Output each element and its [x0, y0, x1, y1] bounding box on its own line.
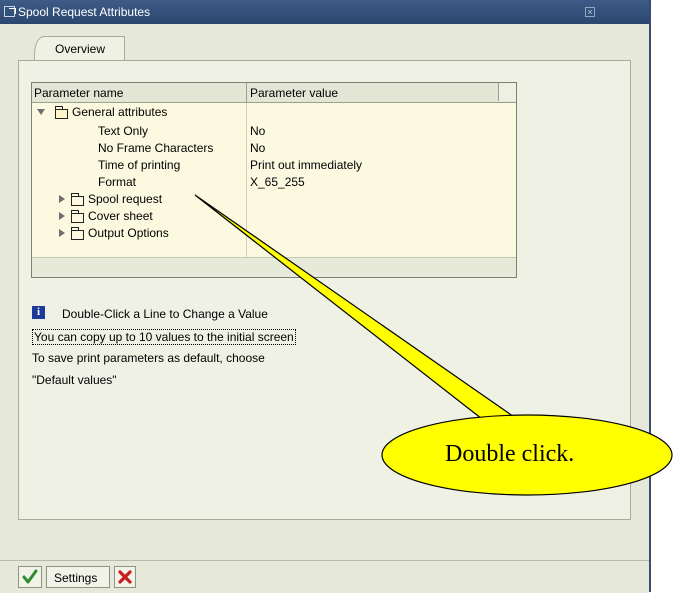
folder-icon: [71, 227, 84, 240]
folder-open-icon: [55, 106, 68, 119]
tree-node-label: Cover sheet: [88, 209, 153, 223]
expand-triangle-icon[interactable]: [59, 195, 65, 203]
cancel-button[interactable]: [114, 566, 136, 588]
parameter-name: Format: [98, 175, 137, 189]
folder-icon: [71, 210, 84, 223]
expand-triangle-icon[interactable]: [59, 212, 65, 220]
spool-request-dialog: Spool Request Attributes × Overview Para…: [0, 0, 651, 593]
parameter-tree-grid: Parameter name Parameter value General a…: [31, 82, 517, 278]
parameter-name: Text Only: [98, 124, 149, 138]
close-icon[interactable]: ×: [585, 7, 595, 17]
tree-node-output-options[interactable]: Output Options: [32, 224, 516, 243]
window-menu-icon[interactable]: [4, 6, 16, 17]
parameter-name: No Frame Characters: [98, 141, 214, 155]
parameter-name: Time of printing: [98, 158, 181, 172]
message-title: Double-Click a Line to Change a Value: [62, 307, 268, 321]
collapse-triangle-icon[interactable]: [37, 109, 45, 115]
ok-button[interactable]: [18, 566, 42, 588]
grid-empty-row: [32, 257, 516, 277]
message-line-3: "Default values": [32, 373, 117, 387]
parameter-value: Print out immediately: [250, 158, 363, 172]
tab-overview-label: Overview: [55, 42, 106, 56]
window-title: Spool Request Attributes: [18, 5, 151, 19]
callout-text: Double click.: [445, 441, 575, 467]
ok-check-icon: [22, 569, 38, 584]
tree-node-general-attributes[interactable]: General attributes: [32, 103, 516, 122]
button-bar: Settings: [0, 560, 649, 593]
tree-node-label: Spool request: [88, 192, 163, 206]
settings-button[interactable]: Settings: [46, 566, 110, 588]
title-bar: Spool Request Attributes ×: [0, 0, 649, 24]
column-header-parameter-name[interactable]: Parameter name: [34, 86, 123, 100]
message-line-2: To save print parameters as default, cho…: [32, 351, 265, 365]
parameter-value: No: [250, 141, 266, 155]
column-settings-button[interactable]: [498, 83, 516, 101]
tree-node-label: Output Options: [88, 226, 169, 240]
info-icon: i: [32, 306, 45, 319]
column-header-parameter-value[interactable]: Parameter value: [250, 86, 338, 100]
tab-overview[interactable]: Overview: [34, 36, 125, 61]
expand-triangle-icon[interactable]: [59, 229, 65, 237]
message-line-1[interactable]: You can copy up to 10 values to the init…: [32, 329, 296, 345]
parameter-value: No: [250, 124, 266, 138]
settings-button-label: Settings: [54, 571, 98, 585]
cancel-x-icon: [118, 570, 132, 584]
folder-icon: [71, 193, 84, 206]
tree-node-label: General attributes: [72, 105, 168, 119]
grid-header: Parameter name Parameter value: [32, 83, 516, 103]
parameter-value: X_65_255: [250, 175, 305, 189]
